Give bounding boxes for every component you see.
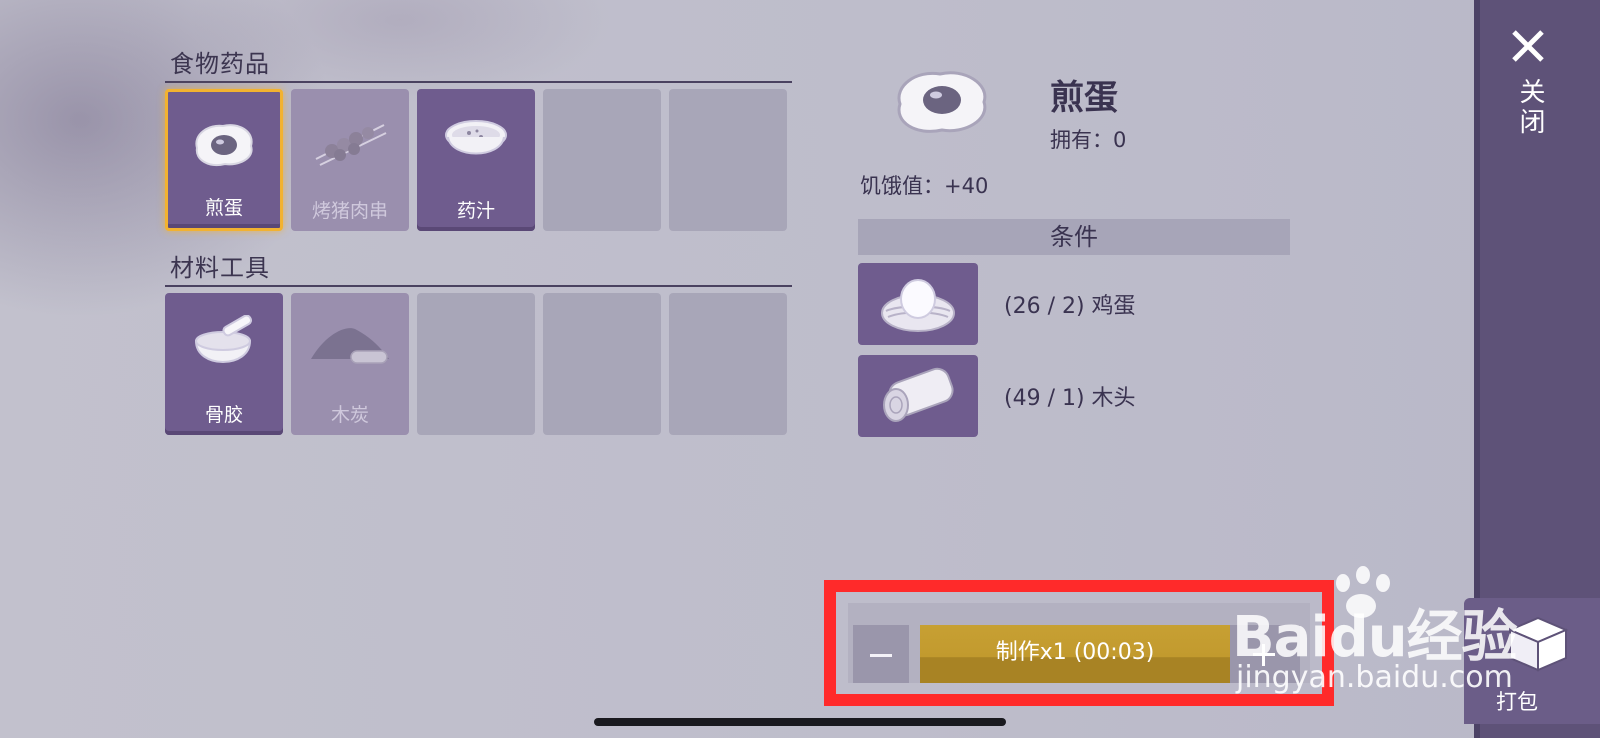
fried-egg-icon <box>897 71 987 133</box>
recipe-slot-empty <box>417 293 535 435</box>
requirement-slot-wood[interactable] <box>858 355 978 437</box>
requirement-slot-egg[interactable] <box>858 263 978 345</box>
craft-button[interactable]: 制作x1 (00:03) <box>920 625 1230 683</box>
recipe-slot-empty <box>669 89 787 231</box>
recipe-slot-empty <box>669 293 787 435</box>
decrease-quantity-button[interactable] <box>853 625 909 683</box>
recipe-slot-empty <box>543 89 661 231</box>
recipe-label: 木炭 <box>330 404 369 426</box>
paw-icon <box>1336 574 1350 592</box>
conditions-header: 条件 <box>858 219 1290 255</box>
recipe-label: 药汁 <box>456 200 495 222</box>
potion-bowl-icon <box>445 120 507 155</box>
fried-egg-icon <box>195 124 253 166</box>
recipe-label: 烤猪肉串 <box>311 200 388 222</box>
item-hunger-stat: 饥饿值：+40 <box>860 174 989 198</box>
recipe-slot-bone-glue[interactable]: 骨胶 <box>165 293 283 435</box>
item-name: 煎蛋 <box>1050 78 1118 118</box>
close-icon <box>1512 30 1544 62</box>
category-title-food-medicine: 食物药品 <box>170 50 270 78</box>
recipe-slot-potion[interactable]: 药汁 <box>417 89 535 231</box>
close-label: 关闭 <box>1515 78 1545 138</box>
bone-glue-icon <box>194 315 253 363</box>
item-owned-count: 拥有：0 <box>1050 128 1127 152</box>
wood-log-icon <box>883 367 954 422</box>
recipe-label: 煎蛋 <box>204 197 243 219</box>
recipe-slot-empty <box>543 293 661 435</box>
charcoal-icon <box>311 328 389 364</box>
recipe-slot-pork-skewer[interactable]: 烤猪肉串 <box>291 89 409 231</box>
recipe-label: 骨胶 <box>204 404 243 426</box>
category-divider <box>165 285 792 287</box>
home-indicator[interactable] <box>594 718 1006 726</box>
meat-skewer-icon <box>315 124 387 166</box>
minus-icon <box>870 654 892 657</box>
watermark-site: jingyan.baidu.com <box>1236 660 1513 695</box>
recipe-slot-charcoal[interactable]: 木炭 <box>291 293 409 435</box>
category-divider <box>165 81 792 83</box>
recipe-slot-fried-egg[interactable]: 煎蛋 <box>165 89 283 231</box>
category-title-materials-tools: 材料工具 <box>170 254 270 282</box>
requirement-wood-text: (49 / 1) 木头 <box>1004 386 1136 411</box>
egg-nest-icon <box>881 279 955 332</box>
requirement-egg-text: (26 / 2) 鸡蛋 <box>1004 294 1136 319</box>
